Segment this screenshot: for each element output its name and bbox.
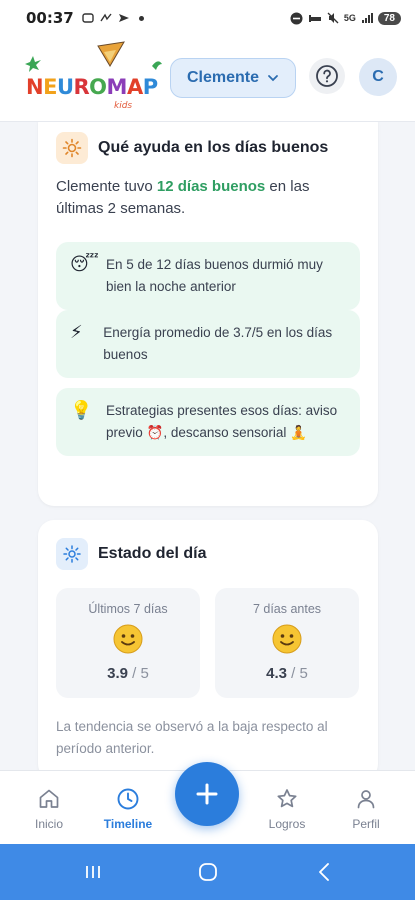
mute-icon [327,12,339,24]
insight-item: 😴 En 5 de 12 días buenos durmió muy bien… [56,242,360,310]
system-icons: 5G 78 [290,11,401,25]
recent-apps-icon [86,866,100,878]
nav-item-perfil[interactable]: Perfil [331,787,401,831]
timeline-content[interactable]: Qué ayuda en los días buenos Clemente tu… [0,122,415,770]
neuromap-logo[interactable]: NEUROMAP kids [20,40,170,116]
trend-note: La tendencia se observó a la baja respec… [56,719,328,756]
avatar[interactable]: C [359,58,397,96]
insight-item: ⚡ Energía promedio de 3.7/5 en los días … [56,310,360,378]
home-button[interactable] [188,858,228,886]
good-days-title: Qué ayuda en los días buenos [98,139,329,156]
send-icon [118,14,129,22]
period-stat-recent: Últimos 7 días 3.9 / 5 [56,588,200,698]
plus-icon [196,783,218,805]
sleeping-face-icon: 😴 [70,254,99,275]
day-state-title: Estado del día [98,545,207,562]
insight-text: Estrategias presentes esos días: aviso p… [106,403,338,440]
home-icon [39,789,59,808]
svg-text:kids: kids [114,101,132,111]
insight-item: 💡 Estrategias presentes esos días: aviso… [56,388,360,456]
nav-item-logros[interactable]: Logros [252,787,322,831]
dnd-icon [290,12,303,24]
nav-item-inicio[interactable]: Inicio [14,787,84,831]
good-days-header: Qué ayuda en los días buenos [56,132,328,164]
day-state-header: Estado del día [56,538,206,570]
signal-icon [361,13,373,23]
person-icon [357,790,375,809]
insight-text: En 5 de 12 días buenos durmió muy bien l… [106,257,323,294]
more-notifications-dot [138,15,144,21]
smiley-face-icon [272,624,302,654]
network-type: 5G [343,13,356,23]
battery-level: 78 [377,11,401,25]
app-header: NEUROMAP kids Clemente C [0,36,415,122]
clock-icon [117,788,139,810]
notification-icons [82,12,144,24]
good-days-summary: Clemente tuvo 12 días buenos en las últi… [56,178,310,217]
chevron-down-icon [268,75,278,82]
child-selector[interactable]: Clemente [170,58,296,98]
nav-item-timeline[interactable]: Timeline [93,787,163,831]
status-time: 00:37 [26,9,74,27]
nav-label: Perfil [352,817,380,831]
insight-text: Energía promedio de 3.7/5 en los días bu… [103,325,333,362]
period-score: 3.9 / 5 [107,665,149,682]
period-label: 7 días antes [252,602,322,616]
back-icon [319,863,329,881]
lightning-icon: ⚡ [70,322,83,343]
good-days-card: Qué ayuda en los días buenos Clemente tu… [38,122,378,506]
sun-icon [56,538,88,570]
home-circle-icon [199,863,217,881]
wifi-calling-icon [100,13,112,22]
recent-apps-button[interactable] [73,858,113,886]
status-bar: 00:37 5G 78 [0,0,415,36]
sync-icon [82,13,94,23]
good-days-count: 12 días buenos [156,178,266,195]
back-button[interactable] [304,858,344,886]
help-button[interactable] [309,58,345,94]
period-score: 4.3 / 5 [266,665,308,682]
system-navigation-bar [0,844,415,900]
nav-label: Timeline [103,817,153,831]
period-label: Últimos 7 días [88,602,168,616]
period-stat-previous: 7 días antes 4.3 / 5 [215,588,359,698]
sun-icon [56,132,88,164]
nav-label: Logros [268,817,306,831]
nav-label: Inicio [34,817,63,831]
day-state-card: Estado del día Últimos 7 días 3.9 / 5 7 … [38,520,378,770]
star-icon [277,789,297,808]
help-icon [316,65,338,87]
child-name: Clemente [186,69,260,86]
lightbulb-icon: 💡 [70,400,93,421]
bed-icon [308,15,321,22]
smiley-face-icon [113,624,143,654]
svg-text:NEUROMAP: NEUROMAP [26,75,158,99]
add-entry-button[interactable] [175,762,239,826]
